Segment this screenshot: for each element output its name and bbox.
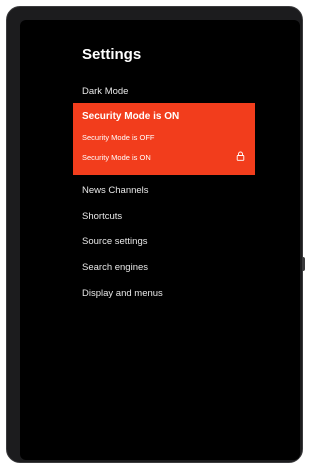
screen: Settings Dark Mode Security Mode is ON S…: [20, 20, 300, 460]
menu-item-dark-mode[interactable]: Dark Mode: [82, 86, 128, 97]
security-option-on[interactable]: Security Mode is ON: [82, 153, 151, 162]
menu-item-display-and-menus[interactable]: Display and menus: [82, 288, 163, 299]
security-option-off[interactable]: Security Mode is OFF: [82, 133, 155, 142]
menu-item-news-channels[interactable]: News Channels: [82, 185, 149, 196]
security-mode-selected[interactable]: Security Mode is ON: [82, 111, 179, 122]
security-mode-dropdown[interactable]: Security Mode is ON Security Mode is OFF…: [73, 103, 255, 175]
lock-icon: [236, 151, 245, 161]
page-title: Settings: [82, 46, 142, 63]
side-button: [302, 257, 305, 271]
menu-item-shortcuts[interactable]: Shortcuts: [82, 211, 122, 222]
tablet-frame: Settings Dark Mode Security Mode is ON S…: [6, 6, 305, 463]
menu-item-search-engines[interactable]: Search engines: [82, 262, 148, 273]
menu-item-source-settings[interactable]: Source settings: [82, 236, 147, 247]
